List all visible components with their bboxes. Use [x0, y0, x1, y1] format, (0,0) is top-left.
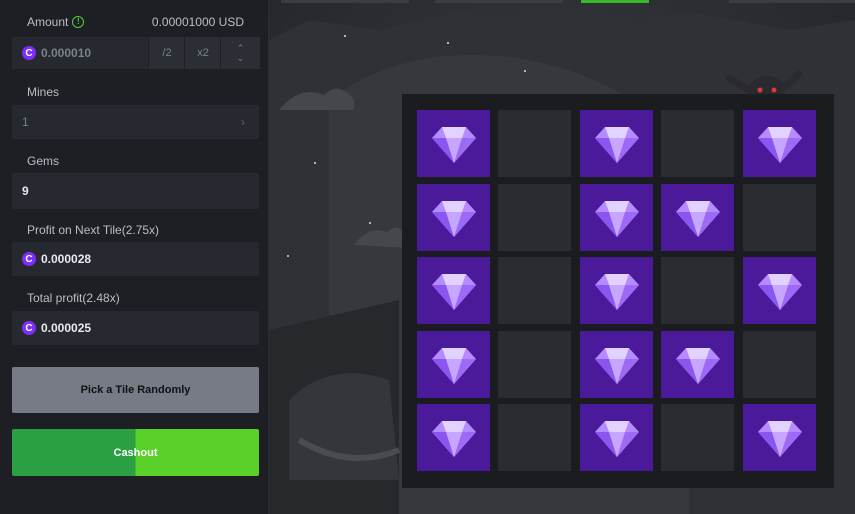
gem-icon: [674, 197, 722, 239]
gem-icon: [430, 123, 478, 165]
double-button[interactable]: x2: [184, 37, 221, 69]
gem-icon: [593, 344, 641, 386]
chevron-right-icon: ›: [241, 115, 245, 129]
pick-random-button[interactable]: Pick a Tile Randomly: [12, 367, 259, 413]
bet-sidebar: Amount ! 0.00001000 USD C 0.000010 /2 x2…: [0, 0, 269, 514]
gem-icon: [430, 344, 478, 386]
tile-gem[interactable]: [743, 404, 816, 471]
coin-icon: C: [22, 46, 36, 60]
profit-next-value: 0.000028: [41, 252, 92, 266]
tile-gem[interactable]: [580, 404, 653, 471]
mines-select[interactable]: 1 ›: [12, 105, 259, 139]
tile-hidden[interactable]: [661, 404, 734, 471]
tile-gem[interactable]: [580, 331, 653, 398]
tile-hidden[interactable]: [661, 257, 734, 324]
gem-icon: [430, 197, 478, 239]
tile-hidden[interactable]: [498, 404, 571, 471]
cashout-button[interactable]: Cashout: [12, 429, 259, 476]
gem-icon: [756, 270, 804, 312]
tile-gem[interactable]: [580, 257, 653, 324]
tile-gem[interactable]: [417, 257, 490, 324]
tile-hidden[interactable]: [743, 331, 816, 398]
tile-gem[interactable]: [743, 257, 816, 324]
tile-gem[interactable]: [417, 184, 490, 251]
chevron-down-icon[interactable]: ⌄: [237, 53, 245, 63]
mines-value: 1: [22, 115, 29, 129]
tile-hidden[interactable]: [661, 110, 734, 177]
gem-icon: [593, 417, 641, 459]
game-area: [269, 0, 855, 514]
gem-icon: [756, 123, 804, 165]
tile-gem[interactable]: [417, 110, 490, 177]
profit-next-label: Profit on Next Tile(2.75x): [27, 223, 160, 237]
amount-usd: 0.00001000 USD: [151, 15, 244, 29]
tile-hidden[interactable]: [743, 184, 816, 251]
gems-field: 9: [12, 173, 259, 209]
coin-icon: C: [22, 252, 36, 266]
gem-icon: [756, 417, 804, 459]
amount-label: Amount: [27, 15, 69, 29]
tile-gem[interactable]: [417, 404, 490, 471]
total-profit-label: Total profit(2.48x): [27, 291, 120, 305]
gem-icon: [430, 270, 478, 312]
tile-gem[interactable]: [661, 331, 734, 398]
tile-hidden[interactable]: [498, 257, 571, 324]
gem-icon: [674, 344, 722, 386]
total-profit-field: C 0.000025: [12, 311, 259, 345]
gem-icon: [593, 270, 641, 312]
gem-icon: [593, 123, 641, 165]
tile-gem[interactable]: [580, 184, 653, 251]
tile-hidden[interactable]: [498, 110, 571, 177]
tile-gem[interactable]: [580, 110, 653, 177]
tile-gem[interactable]: [661, 184, 734, 251]
amount-stepper[interactable]: ⌃ ⌄: [220, 37, 260, 69]
total-profit-value: 0.000025: [41, 321, 92, 335]
gems-label: Gems: [27, 154, 60, 168]
chevron-up-icon[interactable]: ⌃: [237, 43, 245, 53]
gems-value: 9: [22, 184, 29, 198]
amount-value: 0.000010: [41, 46, 92, 60]
tile-hidden[interactable]: [498, 331, 571, 398]
amount-label-row: Amount !: [27, 15, 85, 29]
tile-gem[interactable]: [417, 331, 490, 398]
gem-icon: [430, 417, 478, 459]
gem-icon: [593, 197, 641, 239]
tile-gem[interactable]: [743, 110, 816, 177]
amount-input[interactable]: C 0.000010 /2 x2 ⌃ ⌄: [12, 37, 260, 69]
coin-icon: C: [22, 321, 36, 335]
mines-board: [402, 94, 834, 488]
tile-hidden[interactable]: [498, 184, 571, 251]
profit-next-field: C 0.000028: [12, 242, 259, 276]
half-button[interactable]: /2: [148, 37, 185, 69]
info-icon[interactable]: !: [72, 16, 85, 28]
mines-label: Mines: [27, 85, 60, 99]
